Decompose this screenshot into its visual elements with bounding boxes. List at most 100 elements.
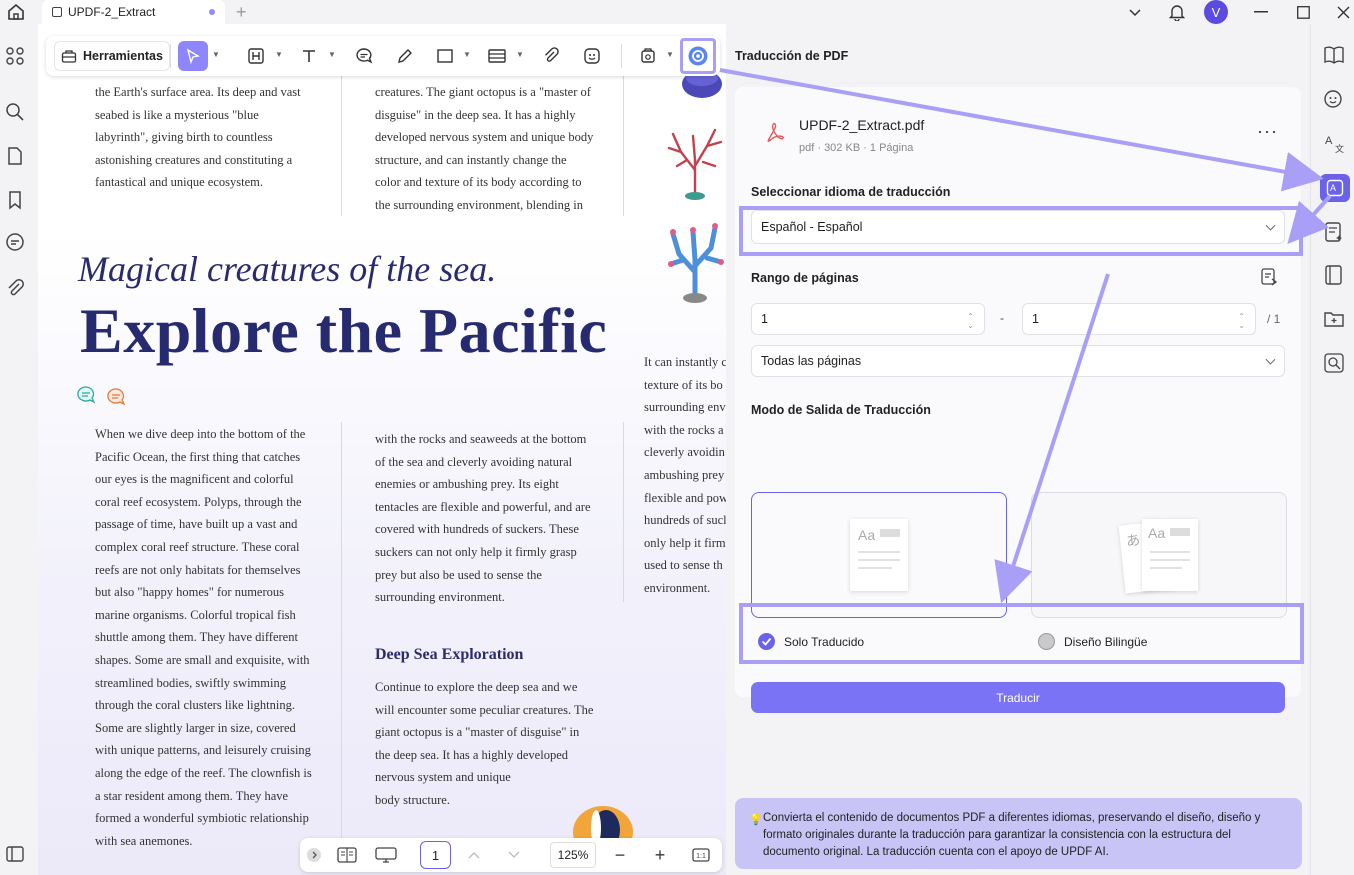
pages-select-value: Todas las páginas [761,354,862,368]
cursor-icon [186,48,200,64]
range-from-value: 1 [761,312,768,326]
new-tab-button[interactable]: + [236,2,247,23]
expand-arrow-icon[interactable] [306,845,322,865]
chevron-down-icon[interactable]: ▼ [666,50,674,59]
fit-page-icon[interactable]: 1:1 [690,845,712,865]
chevron-down-icon[interactable]: ▼ [212,50,220,59]
language-highlight-box [739,206,1303,256]
file-meta: pdf · 302 KB · 1 Página [799,142,914,154]
range-from-input[interactable]: 1 ⌃ ⌄ [751,303,985,335]
book-reader-icon[interactable] [1323,264,1345,286]
text-column-top-middle: creatures. The giant octopus is a "maste… [375,85,594,212]
zoom-in-button[interactable]: + [650,845,670,865]
text-column-middle: with the rocks and seaweeds at the botto… [375,432,591,605]
translate-icon[interactable]: A文 [1323,132,1345,154]
mode-translated-only-card[interactable]: Aa [751,492,1007,618]
document-view[interactable]: the Earth's surface area. Its deep and v… [38,24,726,875]
file-name: UPDF-2_Extract.pdf [799,117,925,133]
sticker-tool-button[interactable] [577,41,607,71]
column-divider [341,422,342,862]
page-range-label: Rango de páginas [751,271,859,285]
close-icon[interactable] [1332,0,1354,24]
section-heading: Deep Sea Exploration [375,646,524,663]
attachment-icon[interactable] [5,278,25,298]
info-message: 💡 Convierta el contenido de documentos P… [735,798,1302,869]
zoom-out-button[interactable]: − [610,845,630,865]
range-to-input[interactable]: 1 ⌃ ⌄ [1022,303,1256,335]
ai-chat-icon[interactable] [1323,88,1345,110]
pdf-translation-button[interactable]: A [1320,174,1350,202]
chevron-up-icon[interactable] [466,845,482,865]
ai-summary-icon[interactable] [1323,221,1345,243]
collapse-sidebar-icon[interactable] [5,844,25,864]
sticker-icon [584,48,600,64]
more-options-button[interactable]: ··· [1257,121,1278,142]
bell-icon[interactable] [1166,0,1188,24]
header-tool-button[interactable] [241,41,271,71]
ai-assistant-button[interactable] [680,38,716,74]
folder-icon[interactable] [1323,308,1345,330]
chevron-down-icon [1265,354,1276,365]
text-icon [303,50,315,62]
translation-panel: Traducción de PDF UPDF-2_Extract.pdf pdf… [726,24,1310,875]
mode-bilingual-card[interactable]: あ Aa [1031,492,1287,618]
minimize-icon[interactable] [1250,0,1272,24]
home-icon[interactable] [6,3,26,21]
tools-button[interactable]: Herramientas [54,41,170,71]
svg-text:1:1: 1:1 [696,853,706,860]
pencil-tool-button[interactable] [390,41,420,71]
avatar[interactable]: V [1204,0,1228,24]
form-tool-button[interactable] [482,41,512,71]
comment-marker-icon[interactable] [106,388,126,411]
page-number-input[interactable]: 1 [420,841,451,869]
presentation-icon[interactable] [374,845,398,865]
page-range-toggle-icon[interactable] [1259,267,1279,292]
bookmark-icon[interactable] [5,190,25,210]
thumbnail-label: Aa [1148,525,1166,541]
chevron-down-icon[interactable]: ▼ [328,50,336,59]
heading-icon [248,48,264,64]
red-coral-illustration [663,122,726,202]
search-icon[interactable] [5,102,25,122]
pages-icon[interactable] [5,146,25,166]
text-tool-button[interactable] [294,41,324,71]
zoom-level[interactable]: 125% [550,842,596,868]
chevron-down-icon[interactable]: ▼ [463,50,471,59]
svg-text:A: A [1325,135,1333,147]
translate-button[interactable]: Traducir [751,682,1285,713]
chevron-down-icon[interactable] [1124,0,1146,24]
maximize-icon[interactable] [1292,0,1314,24]
thumbnail-label: あ [1125,531,1141,550]
stepper-arrows-icon[interactable]: ⌃ ⌄ [967,312,974,330]
stepper-arrows-icon[interactable]: ⌃ ⌄ [1238,312,1245,330]
thumbnails-icon[interactable] [5,46,25,66]
toolbar-separator [621,44,622,68]
comment-marker-icon[interactable] [76,386,96,409]
unsaved-dot-icon [209,9,215,15]
comments-icon[interactable] [5,232,25,252]
rectangle-icon [437,49,453,63]
stamp-tool-button[interactable] [633,41,663,71]
document-tab[interactable]: UPDF-2_Extract [42,0,225,24]
text-column-left: When we dive deep into the bottom of the… [95,427,312,848]
document-tab-title: UPDF-2_Extract [68,5,156,19]
panel-title: Traducción de PDF [735,49,849,63]
chevron-down-icon[interactable]: ▼ [516,50,524,59]
chevron-down-icon[interactable] [506,845,522,865]
paperclip-icon [545,47,559,62]
column-divider [623,422,624,602]
attach-tool-button[interactable] [536,41,566,71]
ai-search-icon[interactable] [1323,352,1345,374]
range-separator: - [1000,311,1004,325]
pages-select[interactable]: Todas las páginas [751,345,1285,377]
book-icon[interactable] [1323,44,1345,66]
reading-mode-icon[interactable] [336,845,358,865]
toolbox-icon [61,50,77,63]
chevron-down-icon[interactable]: ▼ [275,50,283,59]
text-column-top-left: the Earth's surface area. Its deep and v… [95,85,301,190]
select-tool-button[interactable] [178,41,208,71]
page-subtitle: Magical creatures of the sea. [78,249,497,289]
comment-tool-button[interactable] [349,41,379,71]
shape-tool-button[interactable] [430,41,460,71]
svg-text:文: 文 [1335,143,1344,154]
